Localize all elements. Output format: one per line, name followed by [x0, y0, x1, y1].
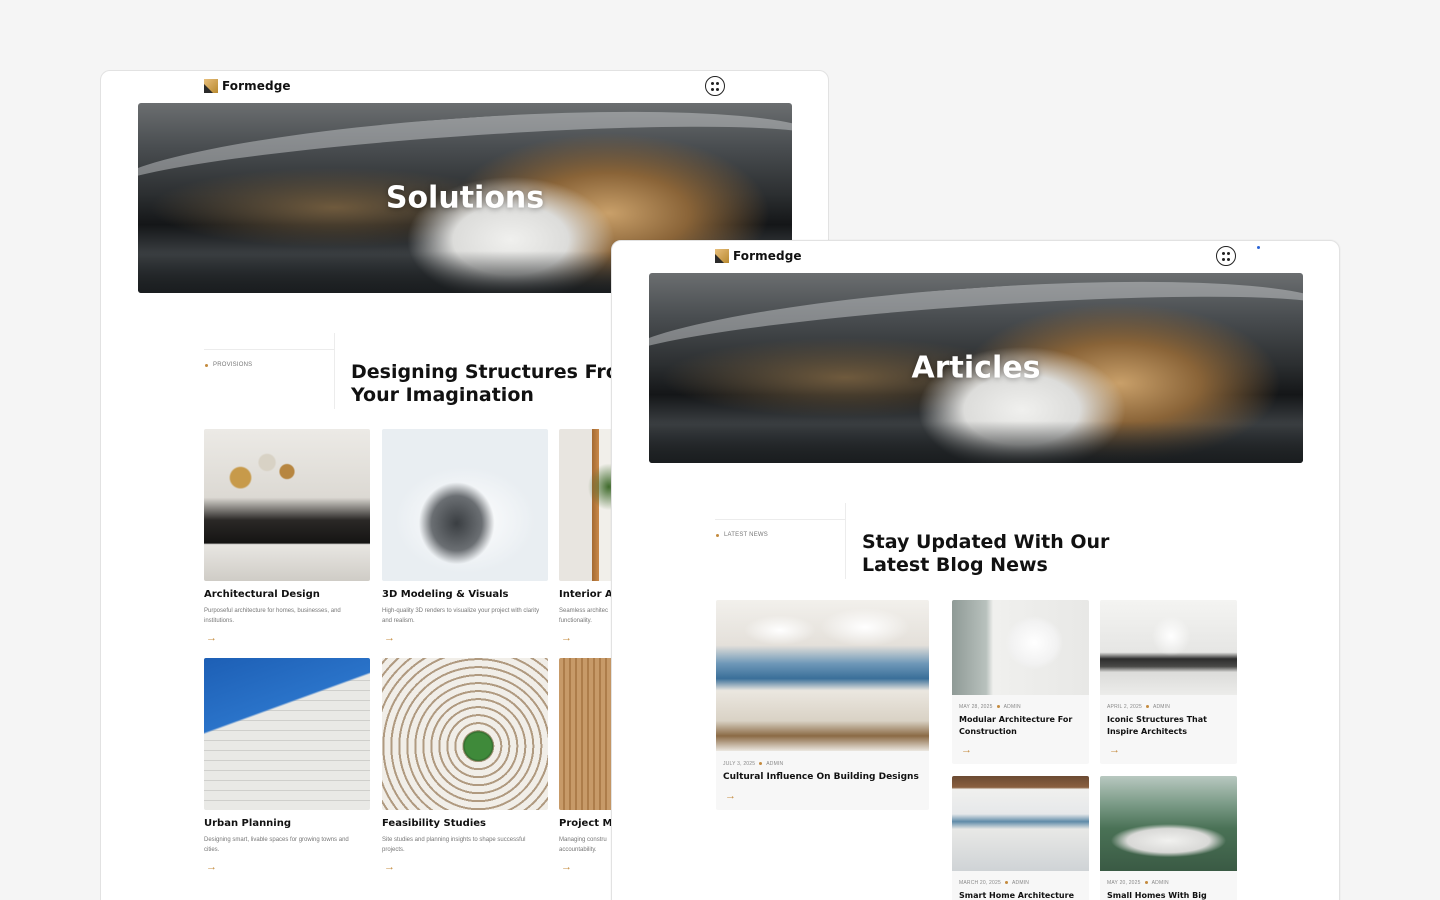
- article-meta: MARCH 20, 2025 ADMIN: [959, 880, 1030, 886]
- menu-grid-button[interactable]: [705, 76, 725, 96]
- article-image[interactable]: [952, 776, 1089, 871]
- menu-grid-button[interactable]: [1216, 246, 1236, 266]
- tag-dot-icon: [716, 533, 719, 537]
- service-image-3d-modeling[interactable]: [382, 429, 548, 581]
- service-image-urban-planning[interactable]: [204, 658, 370, 810]
- article-title[interactable]: Smart Home Architecture: [959, 890, 1084, 900]
- service-title[interactable]: Architectural Design: [204, 589, 320, 600]
- article-meta: APRIL 2, 2025 ADMIN: [1107, 704, 1171, 710]
- logo-mark-icon: [715, 249, 729, 263]
- tag-dot-icon: [205, 363, 208, 367]
- article-card[interactable]: APRIL 2, 2025 ADMIN Iconic Structures Tha…: [1100, 600, 1237, 764]
- arrow-right-icon[interactable]: →: [725, 791, 736, 802]
- article-title[interactable]: Iconic Structures That Inspire Architect…: [1107, 714, 1232, 738]
- article-card[interactable]: MAY 20, 2025 ADMIN Small Homes With Big: [1100, 776, 1237, 900]
- service-image-architectural-design[interactable]: [204, 429, 370, 581]
- section-title: Stay Updated With Our Latest Blog News: [862, 531, 1110, 576]
- article-card[interactable]: MAY 28, 2025 ADMIN Modular Architecture F…: [952, 600, 1089, 764]
- service-title[interactable]: Feasibility Studies: [382, 818, 486, 829]
- brand-name: Formedge: [222, 79, 291, 93]
- article-meta: JULY 3, 2025 ADMIN: [723, 761, 784, 767]
- article-title[interactable]: Cultural Influence On Building Designs: [723, 771, 919, 783]
- arrow-right-icon[interactable]: →: [561, 633, 572, 644]
- brand-logo[interactable]: Formedge: [715, 249, 802, 263]
- arrow-right-icon[interactable]: →: [561, 862, 572, 873]
- arrow-right-icon[interactable]: →: [206, 862, 217, 873]
- article-image[interactable]: [952, 600, 1089, 695]
- arrow-right-icon[interactable]: →: [384, 633, 395, 644]
- section-tag: PROVISIONS: [205, 362, 252, 368]
- service-title[interactable]: Interior Ar: [559, 589, 618, 600]
- logo-mark-icon: [204, 79, 218, 93]
- article-meta: MAY 28, 2025 ADMIN: [959, 704, 1021, 710]
- arrow-right-icon[interactable]: →: [1109, 745, 1120, 756]
- brand-logo[interactable]: Formedge: [204, 79, 291, 93]
- brand-name: Formedge: [733, 249, 802, 263]
- service-desc: Seamless architec functionality.: [559, 608, 609, 624]
- hero-banner: Articles: [649, 273, 1303, 463]
- articles-page-window: Formedge Articles LATEST NEWS Stay Updat…: [611, 240, 1340, 900]
- cursor-dot: [1257, 246, 1260, 249]
- arrow-right-icon[interactable]: →: [206, 633, 217, 644]
- service-desc: Purposeful architecture for homes, busin…: [204, 608, 341, 624]
- hero-title: Articles: [911, 350, 1041, 386]
- article-image[interactable]: [1100, 600, 1237, 695]
- section-divider: [715, 519, 845, 520]
- article-meta: MAY 20, 2025 ADMIN: [1107, 880, 1169, 886]
- article-title[interactable]: Modular Architecture For Construction: [959, 714, 1084, 738]
- service-title[interactable]: Urban Planning: [204, 818, 291, 829]
- article-card[interactable]: MARCH 20, 2025 ADMIN Smart Home Architect…: [952, 776, 1089, 900]
- section-tag: LATEST NEWS: [716, 532, 768, 538]
- service-desc: Designing smart, livable spaces for grow…: [204, 837, 349, 853]
- hero-title: Solutions: [385, 180, 545, 216]
- service-desc: High-quality 3D renders to visualize you…: [382, 608, 540, 624]
- service-image-feasibility[interactable]: [382, 658, 548, 810]
- featured-article-image[interactable]: [716, 600, 929, 751]
- service-desc: Managing constru accountability.: [559, 837, 607, 853]
- featured-article-card[interactable]: JULY 3, 2025 ADMIN Cultural Influence On …: [716, 600, 929, 810]
- article-title[interactable]: Small Homes With Big: [1107, 890, 1232, 900]
- arrow-right-icon[interactable]: →: [384, 862, 395, 873]
- section-divider-vertical: [334, 333, 335, 409]
- service-title[interactable]: 3D Modeling & Visuals: [382, 589, 509, 600]
- section-title: Designing Structures From Your Imaginati…: [351, 361, 639, 406]
- article-image[interactable]: [1100, 776, 1237, 871]
- service-desc: Site studies and planning insights to sh…: [382, 837, 526, 853]
- section-divider: [204, 349, 334, 350]
- arrow-right-icon[interactable]: →: [961, 745, 972, 756]
- section-divider-vertical: [845, 503, 846, 579]
